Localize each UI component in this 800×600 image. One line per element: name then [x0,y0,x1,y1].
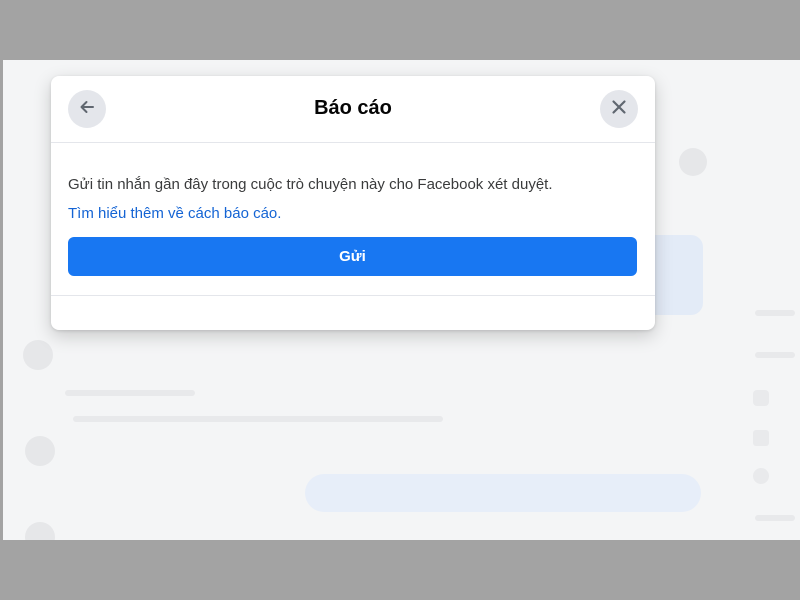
background-text-line [755,515,795,521]
report-description: Gửi tin nhắn gần đây trong cuộc trò chuy… [68,176,553,193]
background-side-icon [753,390,769,406]
background-text-line [73,416,443,422]
send-button[interactable]: Gửi [68,237,637,276]
dialog-header: Báo cáo [51,76,655,143]
dialog-title: Báo cáo [314,97,392,119]
background-avatar [25,436,55,466]
background-text-line [65,390,195,396]
background-text-line [755,310,795,316]
background-avatar [679,148,707,176]
report-dialog: Báo cáo Gửi tin nhắn gần đây trong cuộc … [51,76,655,330]
background-side-icon [753,430,769,446]
background-avatar [23,340,53,370]
dialog-footer-divider [51,295,655,296]
background-avatar [25,522,55,540]
close-button[interactable] [600,90,638,128]
background-side-icon [753,468,769,484]
learn-more-link[interactable]: Tìm hiểu thêm về cách báo cáo. [68,205,281,222]
background-message-pill [305,474,701,512]
messenger-background: Báo cáo Gửi tin nhắn gần đây trong cuộc … [3,60,800,540]
background-text-line [755,352,795,358]
close-icon [610,98,628,121]
